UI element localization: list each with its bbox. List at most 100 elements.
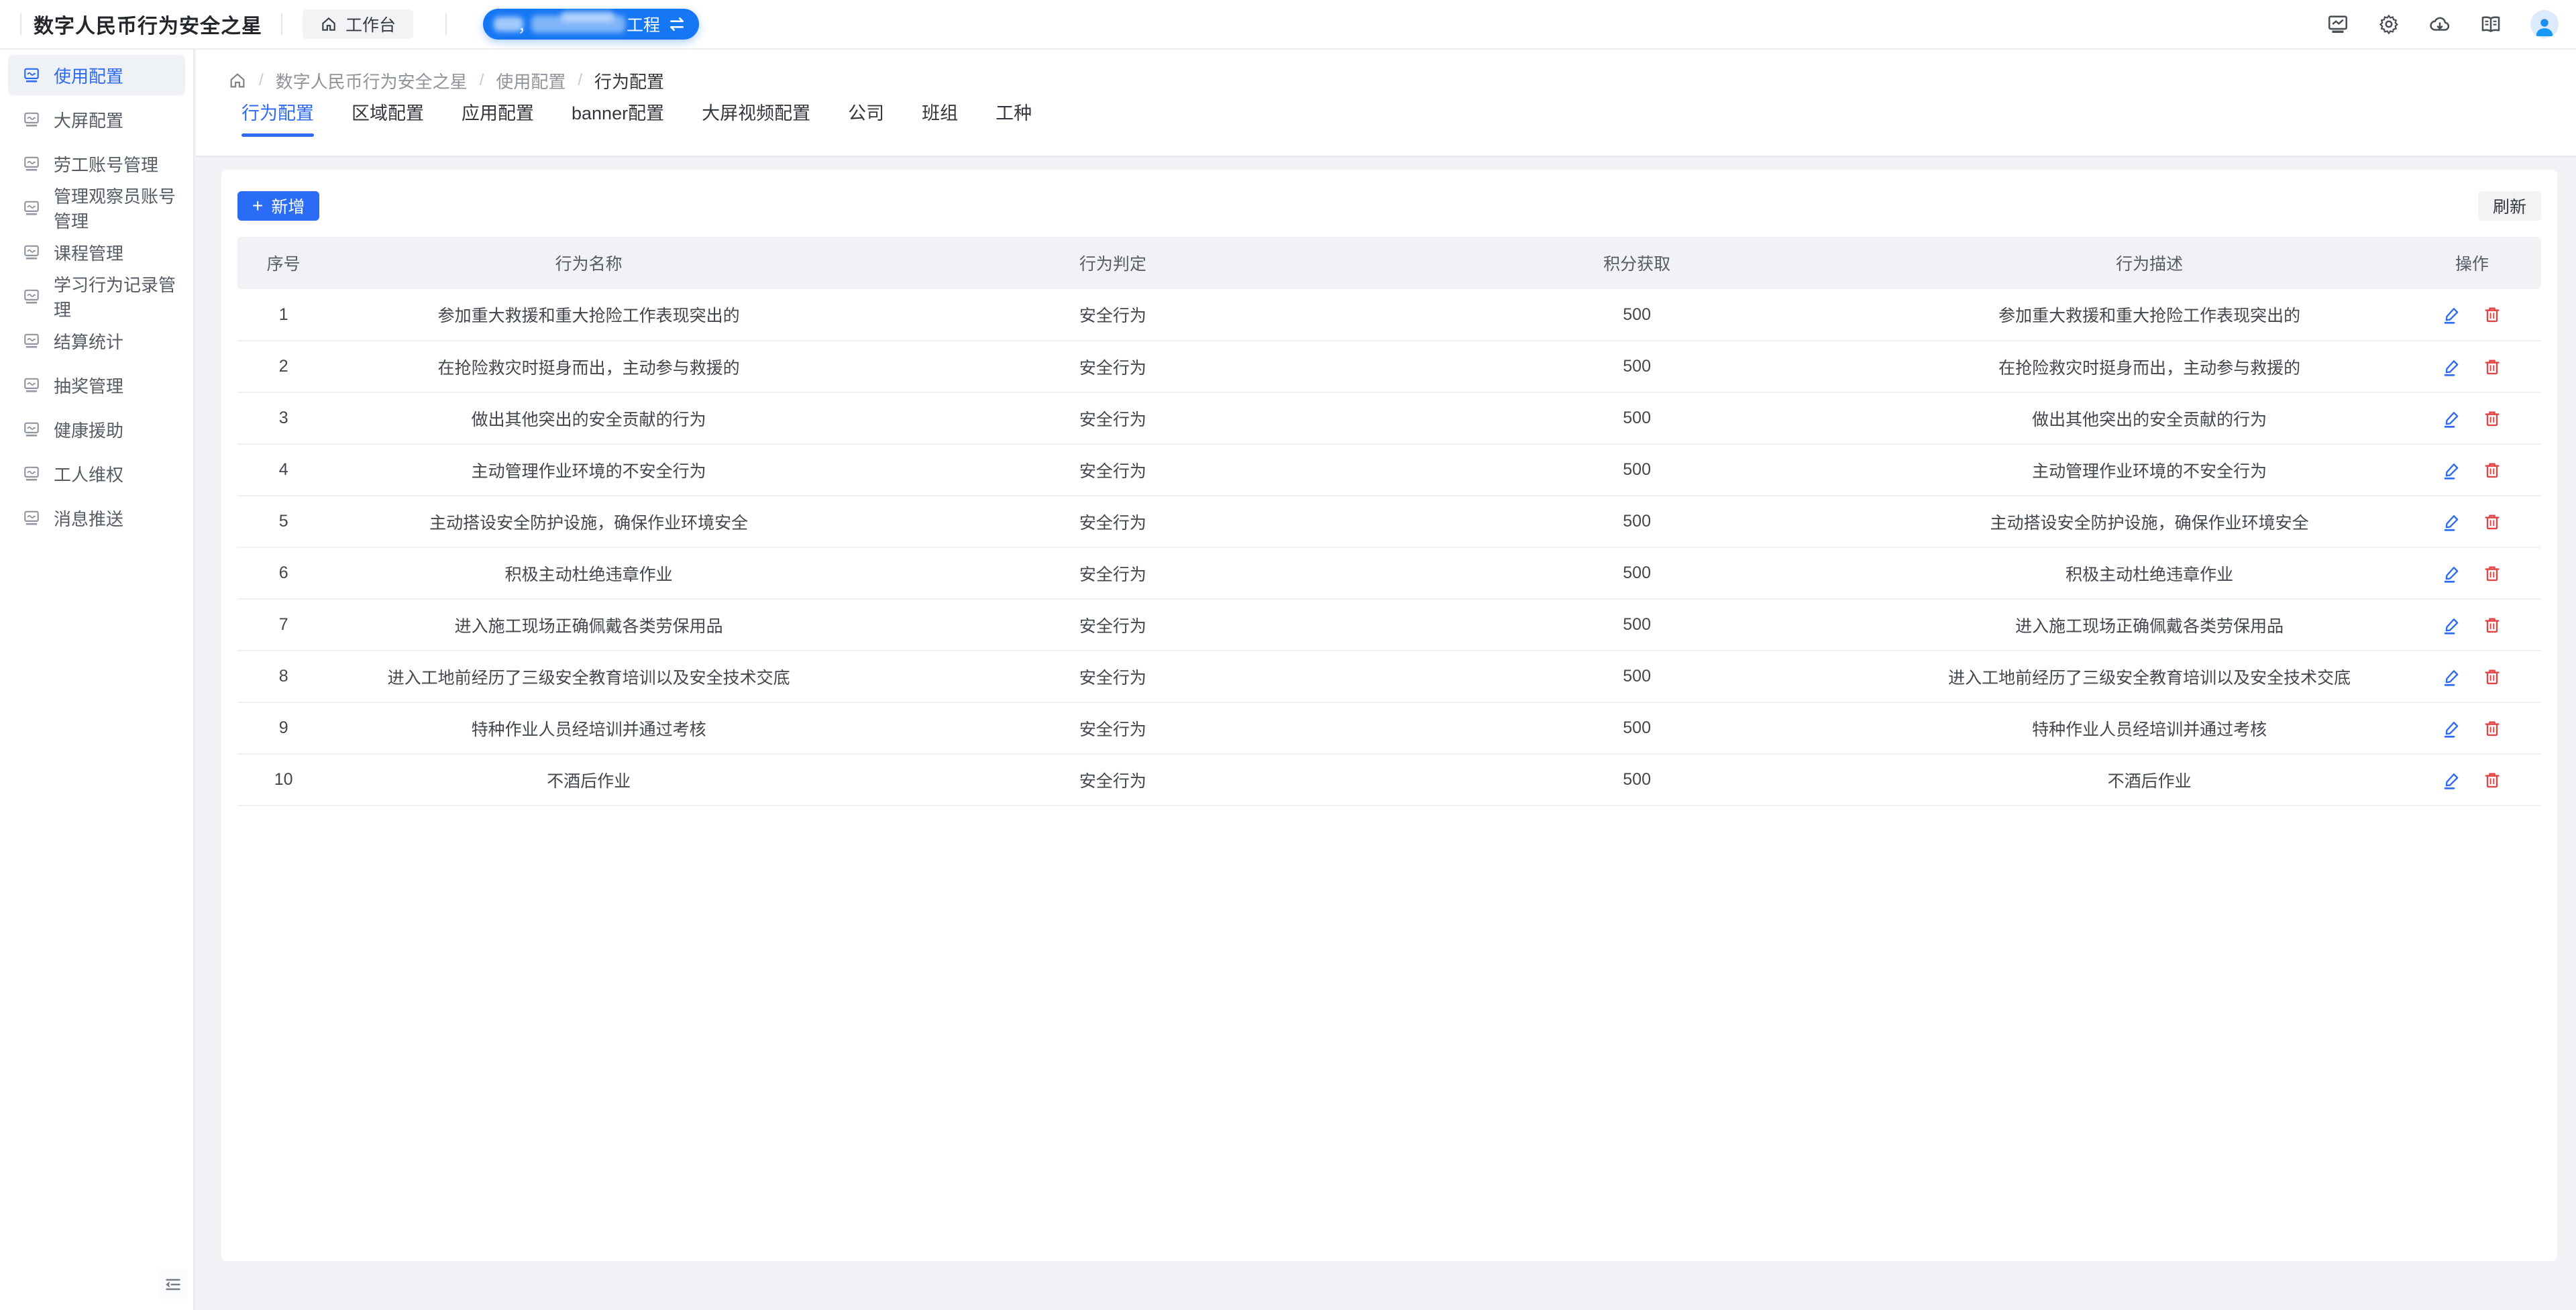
divider — [445, 13, 447, 35]
breadcrumb-tabs-strip: / 数字人民币行为安全之星 / 使用配置 / 行为配置 行为配置区域配置应用配置… — [196, 50, 2576, 157]
cell-index: 10 — [237, 754, 329, 806]
sidebar-item[interactable]: 结算统计 — [8, 321, 185, 361]
cell-behavior-judge: 安全行为 — [848, 547, 1378, 599]
delete-icon[interactable] — [2483, 512, 2502, 531]
screen-config-icon — [23, 199, 40, 217]
handbook-icon[interactable] — [2479, 13, 2502, 36]
sidebar-item-label: 劳工账号管理 — [54, 152, 158, 176]
cell-behavior-judge: 安全行为 — [848, 651, 1378, 702]
workbench-label: 工作台 — [345, 12, 396, 36]
col-header-score: 积分获取 — [1378, 237, 1896, 289]
edit-icon[interactable] — [2443, 719, 2461, 738]
sidebar-item-label: 抽奖管理 — [54, 373, 123, 398]
cell-behavior-desc: 特种作业人员经培训并通过考核 — [1896, 702, 2402, 754]
cell-behavior-name: 积极主动杜绝违章作业 — [329, 547, 848, 599]
edit-icon[interactable] — [2443, 461, 2461, 480]
add-button-label: 新增 — [271, 194, 305, 218]
refresh-button[interactable]: 刷新 — [2478, 191, 2541, 221]
project-switcher-pill[interactable]: ， 工程 — [483, 9, 699, 40]
breadcrumb-item[interactable]: 使用配置 — [496, 68, 566, 93]
cloud-download-icon[interactable] — [2428, 13, 2451, 36]
breadcrumb-separator: / — [259, 71, 264, 90]
sidebar-collapse-button[interactable] — [158, 1270, 188, 1299]
cell-score: 500 — [1378, 496, 1896, 547]
menu-fold-icon — [164, 1275, 182, 1294]
delete-icon[interactable] — [2483, 771, 2502, 789]
cell-behavior-name: 进入施工现场正确佩戴各类劳保用品 — [329, 599, 848, 651]
screen-chart-icon[interactable] — [2326, 13, 2349, 36]
cell-behavior-desc: 主动管理作业环境的不安全行为 — [1896, 444, 2402, 496]
settings-gear-icon[interactable] — [2377, 13, 2400, 36]
main-content: / 数字人民币行为安全之星 / 使用配置 / 行为配置 行为配置区域配置应用配置… — [196, 50, 2576, 1310]
edit-icon[interactable] — [2443, 771, 2461, 789]
delete-icon[interactable] — [2483, 616, 2502, 635]
table-header-row: 序号 行为名称 行为判定 积分获取 行为描述 操作 — [237, 237, 2541, 289]
tab[interactable]: banner配置 — [572, 99, 664, 137]
delete-icon[interactable] — [2483, 667, 2502, 686]
cell-index: 1 — [237, 289, 329, 341]
cell-score: 500 — [1378, 341, 1896, 392]
delete-icon[interactable] — [2483, 358, 2502, 376]
breadcrumb-current: 行为配置 — [594, 68, 664, 93]
cell-score: 500 — [1378, 702, 1896, 754]
delete-icon[interactable] — [2483, 409, 2502, 428]
app-title: 数字人民币行为安全之星 — [34, 9, 262, 39]
cell-behavior-name: 参加重大救援和重大抢险工作表现突出的 — [329, 289, 848, 341]
edit-icon[interactable] — [2443, 616, 2461, 635]
cell-behavior-name: 在抢险救灾时挺身而出，主动参与救援的 — [329, 341, 848, 392]
edit-icon[interactable] — [2443, 667, 2461, 686]
row-actions — [2403, 719, 2541, 738]
sidebar-item[interactable]: 课程管理 — [8, 232, 185, 272]
sidebar-item-label: 使用配置 — [54, 63, 123, 88]
sidebar-item[interactable]: 大屏配置 — [8, 99, 185, 140]
user-avatar[interactable] — [2530, 10, 2559, 38]
sidebar-item[interactable]: 消息推送 — [8, 498, 185, 538]
edit-icon[interactable] — [2443, 409, 2461, 428]
sidebar-nav: 使用配置 大屏配置 劳工账号管理 管理观察员账号管理 课程管理 学习行为记录管理… — [0, 50, 195, 1310]
top-header: 数字人民币行为安全之星 工作台 ， 工程 — [0, 0, 2576, 50]
tab[interactable]: 大屏视频配置 — [702, 99, 810, 137]
cell-index: 8 — [237, 651, 329, 702]
redacted-text — [561, 11, 614, 22]
sidebar-item-label: 课程管理 — [54, 240, 123, 265]
breadcrumb: / 数字人民币行为安全之星 / 使用配置 / 行为配置 — [196, 50, 2576, 93]
edit-icon[interactable] — [2443, 512, 2461, 531]
breadcrumb-item[interactable]: 数字人民币行为安全之星 — [276, 68, 468, 93]
row-actions — [2403, 409, 2541, 428]
tab[interactable]: 班组 — [922, 99, 958, 137]
tab[interactable]: 行为配置 — [241, 99, 314, 137]
delete-icon[interactable] — [2483, 305, 2502, 324]
delete-icon[interactable] — [2483, 461, 2502, 480]
edit-icon[interactable] — [2443, 564, 2461, 583]
tab[interactable]: 工种 — [996, 99, 1032, 137]
sidebar-item[interactable]: 学习行为记录管理 — [8, 276, 185, 317]
home-icon — [320, 15, 337, 33]
edit-icon[interactable] — [2443, 358, 2461, 376]
cell-behavior-desc: 主动搭设安全防护设施，确保作业环境安全 — [1896, 496, 2402, 547]
tab[interactable]: 公司 — [848, 99, 884, 137]
row-actions — [2403, 512, 2541, 531]
edit-icon[interactable] — [2443, 305, 2461, 324]
cell-index: 4 — [237, 444, 329, 496]
delete-icon[interactable] — [2483, 564, 2502, 583]
tab-label: 公司 — [848, 103, 884, 123]
delete-icon[interactable] — [2483, 719, 2502, 738]
tab[interactable]: 区域配置 — [352, 99, 424, 137]
sidebar-item[interactable]: 管理观察员账号管理 — [8, 188, 185, 228]
screen-config-icon — [23, 288, 40, 305]
tab[interactable]: 应用配置 — [462, 99, 534, 137]
sidebar-item[interactable]: 工人维权 — [8, 453, 185, 494]
workbench-button[interactable]: 工作台 — [303, 9, 413, 39]
sidebar-item[interactable]: 使用配置 — [8, 55, 185, 95]
screen-config-icon — [23, 465, 40, 482]
breadcrumb-home-icon[interactable] — [228, 71, 247, 90]
cell-behavior-name: 做出其他突出的安全贡献的行为 — [329, 392, 848, 444]
sidebar-item[interactable]: 健康援助 — [8, 409, 185, 449]
table-row: 10 不酒后作业 安全行为 500 不酒后作业 — [237, 754, 2541, 806]
cell-behavior-judge: 安全行为 — [848, 341, 1378, 392]
sidebar-item[interactable]: 抽奖管理 — [8, 365, 185, 405]
add-button[interactable]: + 新增 — [237, 191, 319, 221]
tab-label: 行为配置 — [241, 103, 314, 123]
cell-behavior-name: 不酒后作业 — [329, 754, 848, 806]
sidebar-item[interactable]: 劳工账号管理 — [8, 144, 185, 184]
